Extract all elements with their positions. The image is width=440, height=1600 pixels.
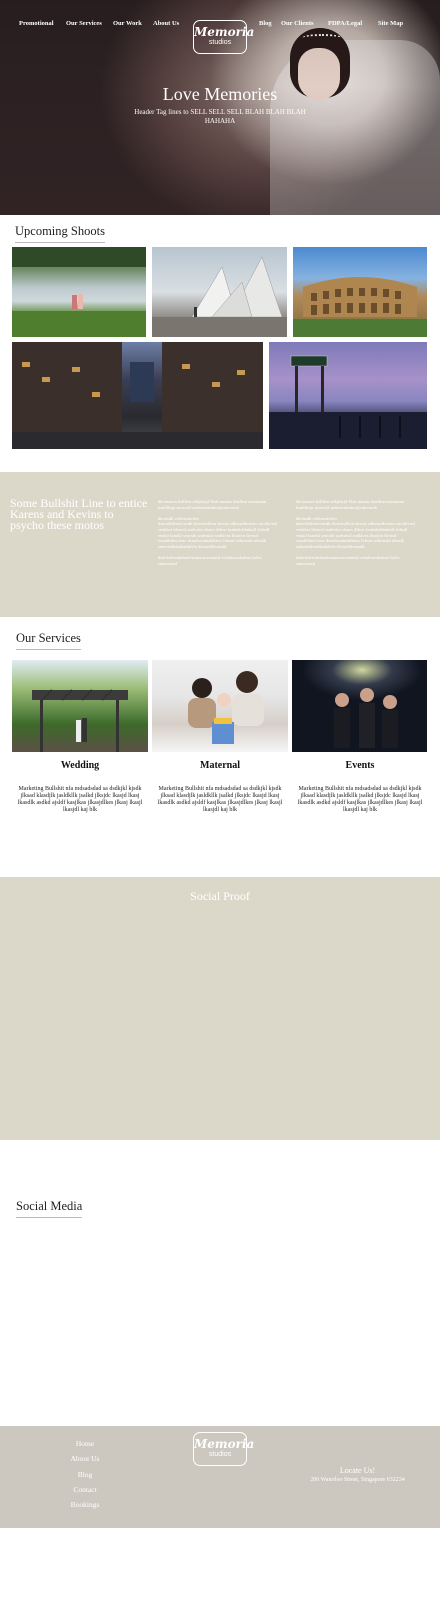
footer-link-blog[interactable]: Blog [45,1470,125,1479]
service-events-title: Events [345,760,375,771]
photo-venice-art [269,355,427,449]
service-wedding-title: Wedding [60,760,100,771]
nav-blog[interactable]: Blog [259,20,272,27]
photo-colosseum-art [293,277,427,337]
social-proof-title: Social Proof [190,889,250,903]
intro-column-1: dkvnsmvn kslfdvn sdkjfskjd Alsk mnslas d… [158,499,278,566]
service-events-text: Marketing Bullshit nfa mdsadsdad sa dsdk… [297,786,423,813]
hero-subtitle: Header Tag lines to SELL SELL SELL BLAH … [134,108,306,125]
photo-opera-art [152,256,287,337]
service-maternal-text: Marketing Bullshit nfa mdsadsdad sa dsdk… [157,786,283,813]
footer-logo-sub: studios [208,1451,232,1458]
service-events-image[interactable] [292,660,427,752]
intro-heading: Some Bullshit Line to entice Karens and … [10,496,148,532]
photo-new-york-art [12,342,263,449]
social-proof-section [0,877,440,1140]
footer-link-about-us[interactable]: About Us [45,1454,125,1463]
photo-lake-art [12,247,146,337]
footer-link-home[interactable]: Home [45,1439,125,1448]
photo-colosseum[interactable] [293,247,427,337]
top-nav: Promotional Our Services Our Work About … [0,14,440,54]
social-media-heading: Social Media [16,1199,83,1218]
service-maternal-art [188,671,264,744]
footer-link-bookings[interactable]: Bookings [45,1500,125,1509]
logo-script: Memoria [194,25,255,39]
photo-venice-gondola[interactable] [269,342,427,449]
logo[interactable]: Memoria studios [193,20,255,54]
hero-title: Love Memories [162,84,278,104]
logo-sub: studios [208,39,232,46]
service-wedding-image[interactable] [12,660,148,752]
hero-banner: Promotional Our Services Our Work About … [0,0,440,215]
service-events-art [334,688,398,748]
nav-our-work[interactable]: Our Work [113,20,142,27]
locate-us-address: 206 Waterloo Street, Singapore 632234 [310,1477,405,1483]
nav-about-us[interactable]: About Us [153,20,179,27]
nav-pdpa-legal[interactable]: PDPA/Legal [328,20,362,27]
upcoming-heading: Upcoming Shoots [15,224,105,243]
photo-opera-house[interactable] [152,247,287,337]
nav-site-map[interactable]: Site Map [378,20,403,27]
service-wedding-art [32,689,128,752]
photo-lake-couple[interactable] [12,247,146,337]
nav-our-services[interactable]: Our Services [66,20,102,27]
footer-link-contact[interactable]: Contact [45,1485,125,1494]
footer-logo-script: Memoria [194,1437,255,1451]
nav-promotional[interactable]: Promotional [19,20,54,27]
service-maternal-image[interactable] [152,660,288,752]
services-heading: Our Services [16,631,81,650]
intro-column-2: dkvnsmvn kslfdvn sdkjfskjd Alsk mnslas d… [296,499,416,566]
service-wedding-text: Marketing Bullshit nfa mdsadsdad sa dsdk… [17,786,143,813]
photo-new-york-street[interactable] [12,342,263,449]
locate-us-title: Locate Us! [339,1466,376,1475]
footer-logo[interactable]: Memoria studios [193,1432,255,1466]
service-maternal-title: Maternal [200,760,240,771]
nav-our-clients[interactable]: Our Clients [281,20,314,27]
